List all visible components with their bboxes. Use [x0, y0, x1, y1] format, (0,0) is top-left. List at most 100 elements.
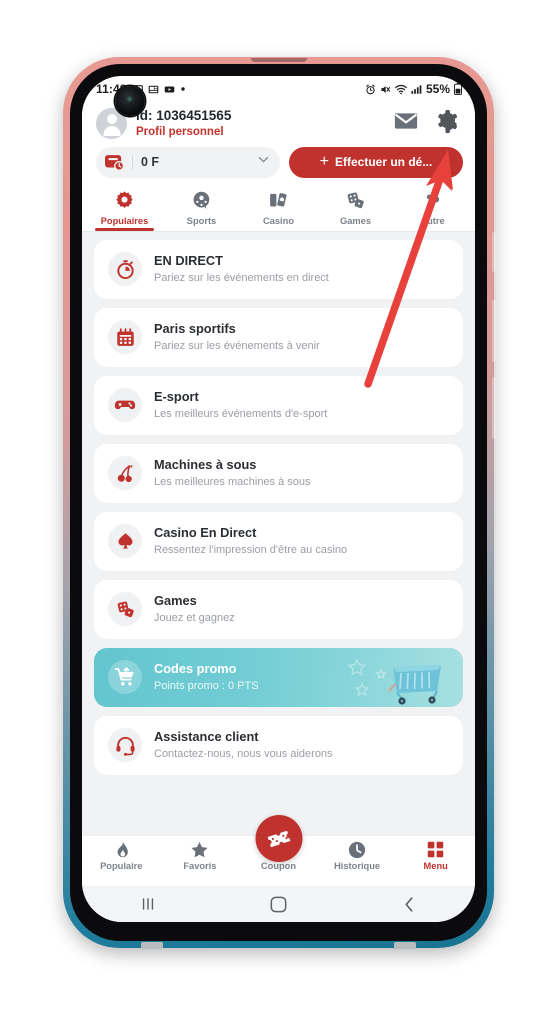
menu-item-title: Assistance client: [154, 729, 259, 745]
bottom-navigation: Populaire Favoris Coupon Historique Menu: [82, 815, 475, 886]
frame-foot-left: [141, 942, 163, 949]
screenshot-icon: [148, 84, 159, 95]
flame-icon: [113, 840, 130, 859]
side-button-power[interactable]: [492, 377, 496, 439]
tab-active-underline: [95, 228, 154, 231]
battery-percent-label: 55%: [425, 82, 450, 96]
android-navigation-bar: [82, 886, 475, 922]
menu-item-text: Machines à sous Les meilleures machines …: [154, 457, 311, 489]
plus-icon: +: [319, 152, 329, 170]
soccer-ball-icon: [191, 190, 212, 212]
menu-item-subtitle: Points promo : 0 PTS: [154, 679, 259, 692]
envelope-icon[interactable]: [394, 112, 418, 135]
nav-item-favoris[interactable]: Favoris: [161, 840, 240, 871]
nav-label: Favoris: [183, 861, 217, 871]
tab-label: Games: [339, 215, 371, 226]
menu-item-text: EN DIRECT Pariez sur les événements en d…: [154, 253, 329, 285]
menu-item-en-direct[interactable]: EN DIRECT Pariez sur les événements en d…: [94, 239, 463, 299]
menu-item-codes-promo[interactable]: Codes promo Points promo : 0 PTS: [94, 647, 463, 707]
video-icon: [164, 84, 175, 95]
menu-item-subtitle: Les meilleures machines à sous: [154, 475, 311, 488]
menu-item-text: Assistance client Contactez-nous, nous v…: [154, 729, 333, 761]
mute-icon: [380, 84, 391, 95]
gamepad-icon: [108, 388, 142, 423]
frame-foot-right: [394, 942, 416, 949]
tab-sports[interactable]: Sports: [163, 190, 240, 231]
headset-icon: [108, 728, 142, 763]
nav-label: Menu: [423, 861, 448, 871]
ticket-icon: [267, 830, 290, 847]
category-tabs: Populaires Sports Casino Games Autre: [82, 187, 475, 232]
promo-cart-illustration: [347, 658, 441, 705]
chevron-down-icon[interactable]: [257, 153, 270, 171]
pill-divider: [132, 154, 133, 170]
shopping-cart-icon: [108, 660, 142, 695]
nav-label: Historique: [334, 861, 381, 871]
nav-label: Coupon: [260, 861, 297, 871]
gear-icon[interactable]: [435, 109, 460, 139]
header-actions: [394, 109, 463, 139]
phone-screen: 11:48 55% id: 1036451565 Profil personne…: [82, 76, 475, 922]
spade-icon: [108, 524, 142, 559]
menu-item-title: Games: [154, 593, 197, 609]
calendar-icon: [108, 320, 142, 355]
menu-item-subtitle: Ressentez l'impression d'être au casino: [154, 543, 348, 556]
menu-list[interactable]: EN DIRECT Pariez sur les événements en d…: [82, 232, 475, 784]
alarm-icon: [365, 84, 376, 95]
menu-item-games[interactable]: Games Jouez et gagnez: [94, 579, 463, 639]
clock-icon: [348, 840, 366, 859]
nav-item-populaire[interactable]: Populaire: [82, 840, 161, 871]
menu-item-title: EN DIRECT: [154, 253, 223, 269]
playing-cards-icon: [268, 190, 289, 212]
back-icon[interactable]: [344, 896, 475, 913]
nav-item-coupon[interactable]: Coupon: [239, 815, 318, 871]
menu-item-title: Codes promo: [154, 661, 237, 677]
side-button-volume-down[interactable]: [492, 300, 496, 362]
menu-item-text: Paris sportifs Pariez sur les événements…: [154, 321, 320, 353]
phone-frame: 11:48 55% id: 1036451565 Profil personne…: [63, 57, 496, 949]
camera-punch-hole: [115, 86, 145, 116]
tab-label: Sports: [186, 215, 217, 226]
flower-gear-icon: [114, 190, 135, 212]
tab-populaires[interactable]: Populaires: [86, 190, 163, 231]
menu-item-e-sport[interactable]: E-sport Les meilleurs événements d'e-spo…: [94, 375, 463, 435]
tab-casino[interactable]: Casino: [240, 190, 317, 231]
tab-label: Casino: [263, 215, 294, 226]
dot-icon: [180, 86, 186, 92]
menu-item-subtitle: Contactez-nous, nous vous aiderons: [154, 747, 333, 760]
menu-item-text: Casino En Direct Ressentez l'impression …: [154, 525, 347, 557]
menu-item-subtitle: Pariez sur les événements à venir: [154, 339, 320, 352]
menu-item-title: Casino En Direct: [154, 525, 257, 541]
tab-autre[interactable]: Autre: [394, 190, 471, 231]
grid-icon: [427, 840, 444, 859]
menu-item-subtitle: Jouez et gagnez: [154, 611, 235, 624]
recents-icon[interactable]: [82, 896, 213, 912]
menu-item-machines-a-sous[interactable]: Machines à sous Les meilleures machines …: [94, 443, 463, 503]
wallet-icon: [104, 153, 125, 172]
deposit-button-label: Effectuer un dé...: [334, 155, 433, 170]
deposit-button[interactable]: + Effectuer un dé...: [289, 146, 463, 178]
balance-selector[interactable]: 0 F: [96, 146, 280, 178]
phone-bezel: 11:48 55% id: 1036451565 Profil personne…: [70, 64, 487, 941]
menu-item-assistance-client[interactable]: Assistance client Contactez-nous, nous v…: [94, 715, 463, 775]
menu-item-paris-sportifs[interactable]: Paris sportifs Pariez sur les événements…: [94, 307, 463, 367]
status-bar-right: 55%: [365, 82, 462, 96]
tab-label: Populaires: [100, 215, 149, 226]
nav-item-historique[interactable]: Historique: [318, 840, 397, 871]
profile-link[interactable]: Profil personnel: [136, 125, 394, 140]
tab-games[interactable]: Games: [317, 190, 394, 231]
home-icon[interactable]: [213, 896, 344, 913]
menu-item-casino-en-direct[interactable]: Casino En Direct Ressentez l'impression …: [94, 511, 463, 571]
menu-item-text: E-sport Les meilleurs événements d'e-spo…: [154, 389, 327, 421]
menu-item-title: Paris sportifs: [154, 321, 236, 337]
side-button-volume-up[interactable]: [492, 232, 496, 272]
nav-item-menu[interactable]: Menu: [396, 840, 475, 871]
menu-item-text: Games Jouez et gagnez: [154, 593, 235, 625]
menu-item-title: E-sport: [154, 389, 199, 405]
avatar-head: [106, 114, 117, 125]
dots-icon: [422, 190, 443, 212]
coupon-fab-button[interactable]: [255, 815, 302, 862]
menu-item-subtitle: Les meilleurs événements d'e-sport: [154, 407, 328, 420]
menu-item-text: Codes promo Points promo : 0 PTS: [154, 661, 259, 693]
star-icon: [190, 840, 209, 859]
